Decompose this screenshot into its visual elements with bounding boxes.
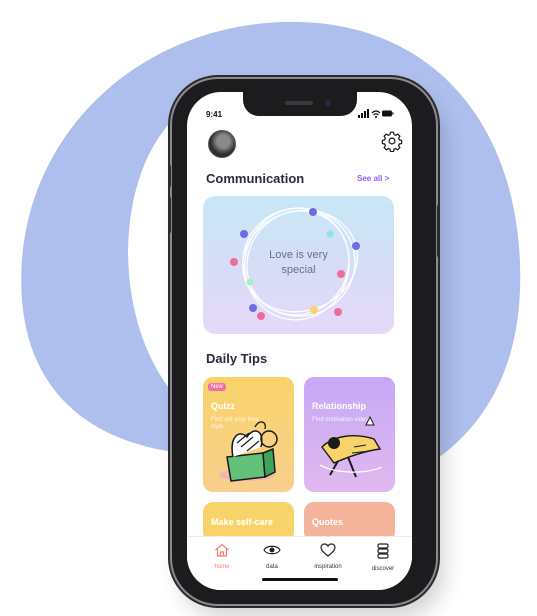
status-time: 9:41 <box>206 110 223 119</box>
side-button <box>168 165 171 187</box>
communication-title: Communication <box>206 171 305 186</box>
tab-home[interactable]: home <box>197 543 247 570</box>
relationship-illustration <box>319 415 383 478</box>
stack-icon <box>377 543 389 559</box>
phone-screen: 9:41 Communication See all > Love is ver… <box>187 92 412 590</box>
notch <box>243 92 357 116</box>
tip-title: Quotes <box>312 517 344 527</box>
tab-inspiration[interactable]: inspiration <box>303 543 353 570</box>
avatar[interactable] <box>208 130 236 158</box>
side-button <box>437 205 440 257</box>
communication-card[interactable]: Love is very special <box>203 196 394 334</box>
quiz-illustration <box>219 421 278 482</box>
speaker <box>285 101 313 105</box>
tab-discover[interactable]: discover <box>358 543 408 572</box>
camera-icon <box>325 100 331 106</box>
side-button <box>168 197 171 233</box>
battery-icon <box>382 110 394 117</box>
wifi-icon <box>371 110 381 116</box>
tab-data[interactable]: data <box>247 543 297 570</box>
signal-icon <box>358 109 369 118</box>
tip-card-relationship[interactable]: Relationship Find motivation videos <box>304 377 395 492</box>
home-icon <box>215 543 229 557</box>
card-text: Love is very special <box>269 249 328 276</box>
status-icons <box>358 109 394 118</box>
tab-bar: home data inspiration discover <box>187 536 412 590</box>
see-all-link[interactable]: See all > <box>357 174 389 183</box>
daily-tips-title: Daily Tips <box>206 351 268 366</box>
tip-title: Make self-care <box>211 517 274 527</box>
tip-card-quizz[interactable]: New Quizz Find out your love style <box>203 377 294 492</box>
eye-icon <box>263 545 281 555</box>
gear-icon[interactable] <box>381 130 403 152</box>
heart-icon <box>320 543 336 557</box>
home-indicator <box>262 578 338 581</box>
